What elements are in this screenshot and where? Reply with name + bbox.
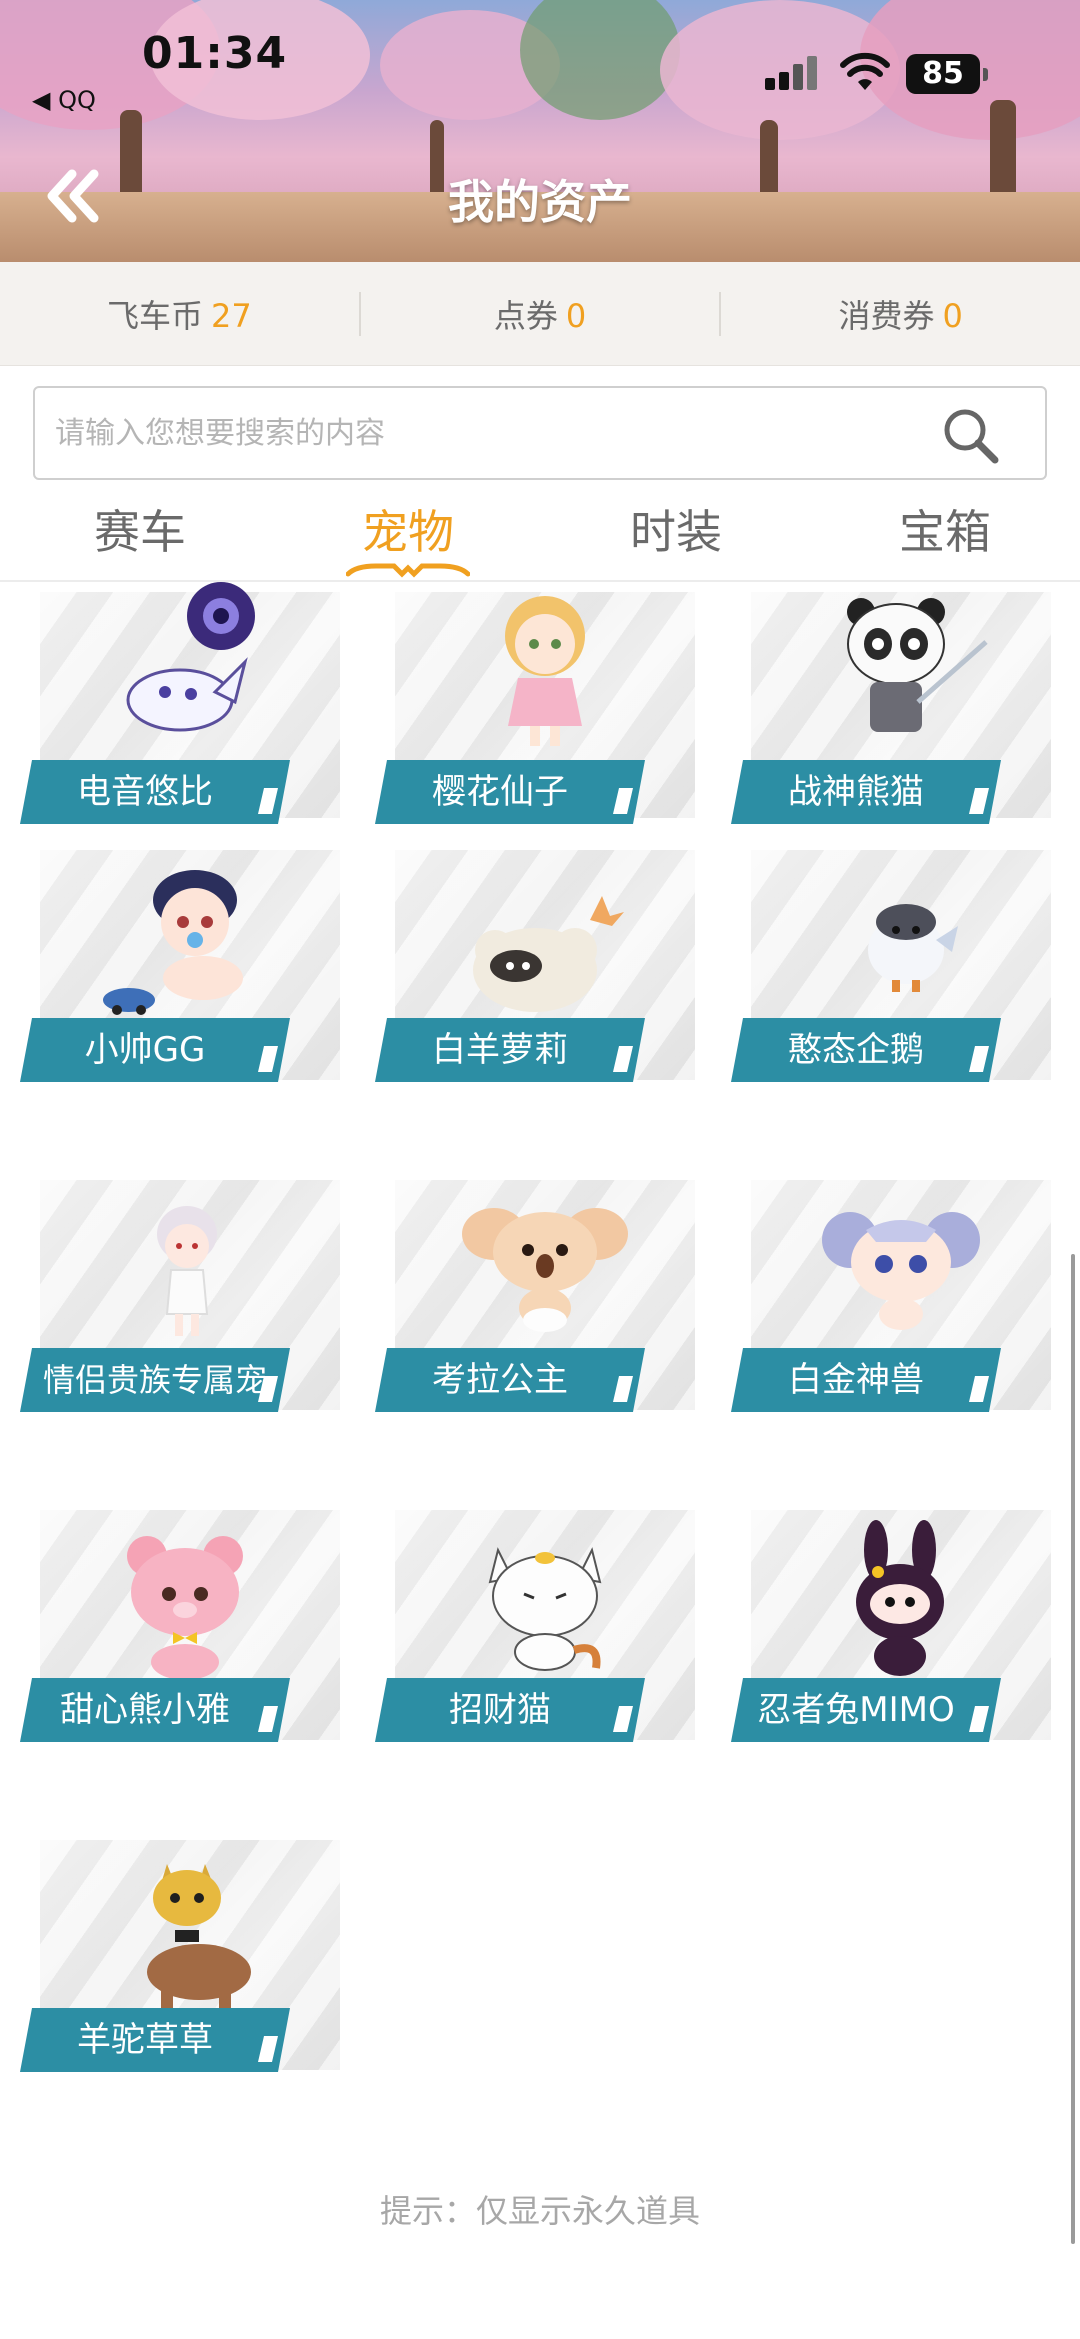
tab-treasure-box[interactable]: 宝箱 xyxy=(845,496,1045,562)
pink-bear-icon xyxy=(127,1536,243,1680)
pet-card[interactable]: 樱花仙子 xyxy=(355,592,695,826)
pet-card[interactable]: 白羊萝莉 xyxy=(355,850,695,1086)
cellular-signal-icon xyxy=(765,56,825,90)
purple-orb-pet-icon xyxy=(126,582,255,732)
pet-card[interactable]: 招财猫 xyxy=(355,1510,695,1746)
currency-label: 消费券 xyxy=(838,296,935,335)
tree-shape xyxy=(520,0,680,120)
panda-warrior-icon xyxy=(847,598,988,732)
search-input[interactable] xyxy=(55,388,935,478)
search-box xyxy=(33,386,1047,480)
pet-name-label: 白羊萝莉 xyxy=(375,1018,645,1082)
pet-card[interactable]: 白金神兽 xyxy=(711,1180,1051,1416)
scrollbar[interactable] xyxy=(1071,1254,1075,2244)
pet-name-label: 考拉公主 xyxy=(375,1348,645,1412)
pet-name-label: 憨态企鹅 xyxy=(731,1018,1001,1082)
currency-label: 飞车币 xyxy=(106,296,203,335)
pet-card[interactable]: 电音悠比 xyxy=(0,582,340,826)
couple-pet-icon xyxy=(157,1206,217,1336)
currency-value: 27 xyxy=(210,296,252,335)
status-time: 01:34 xyxy=(142,28,288,79)
pet-card[interactable]: 憨态企鹅 xyxy=(711,850,1051,1086)
pet-name-label: 战神熊猫 xyxy=(731,760,1001,824)
alpaca-icon xyxy=(147,1864,251,2014)
page: 01:34 ◀ QQ 85 我的资产 飞车币 27 点券 0 消费券 0 请输入… xyxy=(0,0,1080,2339)
pet-card[interactable]: 忍者兔MIMO xyxy=(711,1510,1051,1746)
tab-pets[interactable]: 宠物 xyxy=(308,496,508,562)
sheep-icon xyxy=(473,896,624,1012)
lucky-cat-icon xyxy=(488,1547,602,1671)
sakura-fairy-icon xyxy=(505,596,585,746)
ninja-rabbit-icon xyxy=(856,1520,944,1676)
hint-text: 提示：仅显示永久道具 xyxy=(379,2192,700,2230)
currency-value: 0 xyxy=(942,296,963,335)
pet-card[interactable]: 甜心熊小雅 xyxy=(0,1510,340,1746)
pet-name-label: 电音悠比 xyxy=(20,760,290,824)
pet-name-label: 情侣贵族专属宠 xyxy=(20,1348,290,1412)
currency-dianquan: 点券 0 xyxy=(361,291,720,337)
penguin-icon xyxy=(868,904,958,992)
search-icon[interactable] xyxy=(941,406,999,464)
tab-fashion[interactable]: 时装 xyxy=(576,496,776,562)
pet-name-label: 甜心熊小雅 xyxy=(20,1678,290,1742)
pet-card[interactable]: 考拉公主 xyxy=(355,1180,695,1416)
pet-name-label: 樱花仙子 xyxy=(375,760,645,824)
pet-name-label: 白金神兽 xyxy=(731,1348,1001,1412)
wifi-icon xyxy=(840,52,890,90)
pet-name-label: 羊驼草草 xyxy=(20,2008,290,2072)
active-tab-indicator xyxy=(346,563,470,578)
tab-cars[interactable]: 赛车 xyxy=(40,496,240,562)
pet-card[interactable]: 战神熊猫 xyxy=(711,592,1051,826)
currency-feichebi: 飞车币 27 xyxy=(0,291,359,337)
pet-card[interactable]: 羊驼草草 xyxy=(0,1840,340,2076)
page-title: 我的资产 xyxy=(448,175,632,229)
pet-name-label: 忍者兔MIMO xyxy=(731,1678,1001,1742)
baby-boy-icon xyxy=(103,870,243,1015)
pet-card[interactable]: 情侣贵族专属宠 xyxy=(0,1180,340,1416)
battery-icon: 85 xyxy=(906,54,988,94)
status-back-to-qq[interactable]: ◀ QQ xyxy=(32,86,96,114)
category-tabs: 赛车 宠物 时装 宝箱 xyxy=(0,496,1080,582)
pet-name-label: 小帅GG xyxy=(20,1018,290,1082)
currency-value: 0 xyxy=(565,296,587,335)
currency-bar: 飞车币 27 点券 0 消费券 0 xyxy=(0,262,1080,366)
header-banner: 01:34 ◀ QQ 85 我的资产 xyxy=(0,0,1080,262)
currency-xiaofeiquan: 消费券 0 xyxy=(721,291,1080,337)
pet-card[interactable]: 小帅GG xyxy=(0,850,340,1086)
koala-icon xyxy=(462,1208,628,1332)
mouse-beast-icon xyxy=(822,1212,980,1330)
pet-name-label: 招财猫 xyxy=(375,1678,645,1742)
currency-label: 点券 xyxy=(493,296,558,335)
